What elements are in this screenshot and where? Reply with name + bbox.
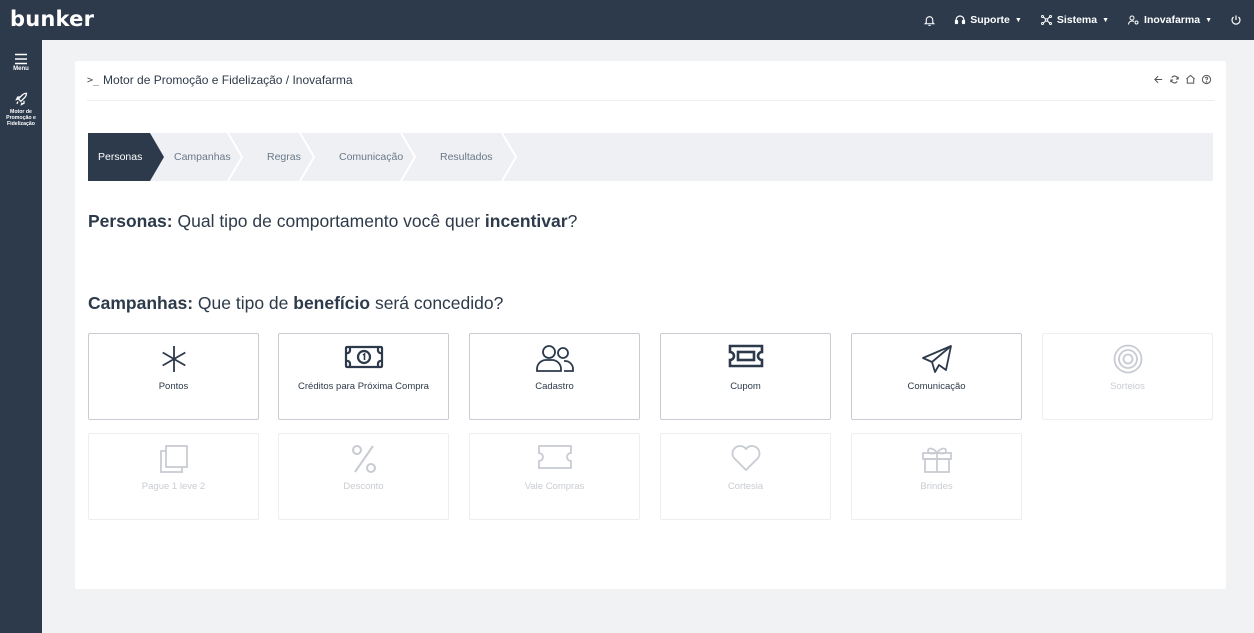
sidebar: Menu Motor de Promoção e Fidelização <box>0 40 42 633</box>
benefit-brindes: Brindes <box>851 433 1022 520</box>
paper-plane-icon <box>921 345 952 373</box>
voucher-icon <box>537 445 572 469</box>
benefit-label: Comunicação <box>907 381 966 392</box>
headset-icon <box>955 15 966 25</box>
campanhas-heading-part2: será concedido? <box>370 293 504 313</box>
heart-icon <box>731 445 760 472</box>
benefit-cadastro[interactable]: Cadastro <box>469 333 640 420</box>
benefit-label: Cupom <box>730 381 761 392</box>
sistema-menu[interactable]: Sistema ▼ <box>1040 14 1109 26</box>
step-separator <box>299 133 316 181</box>
notifications-button[interactable] <box>923 14 936 27</box>
benefit-vale-compras: Vale Compras <box>469 433 640 520</box>
step-separator <box>501 133 518 181</box>
terminal-prompt-icon: >_ <box>87 74 100 86</box>
benefit-label: Vale Compras <box>524 481 585 492</box>
sistema-label: Sistema <box>1056 14 1098 26</box>
gift-icon <box>921 447 952 473</box>
ticket-icon <box>728 344 763 368</box>
breadcrumb-tools <box>1153 74 1212 85</box>
chevron-down-icon: ▼ <box>1102 16 1110 24</box>
refresh-icon[interactable] <box>1169 74 1180 85</box>
target-icon <box>1113 344 1142 374</box>
chevron-down-icon: ▼ <box>1014 16 1022 24</box>
personas-heading-part1: Qual tipo de comportamento você quer <box>172 211 485 231</box>
benefit-cortesia: Cortesia <box>660 433 831 520</box>
step-comunicacao[interactable]: Comunicação <box>339 133 403 181</box>
wizard-stepper: Personas Campanhas Regras Comunicação Re… <box>88 133 1213 181</box>
step-regras[interactable]: Regras <box>267 133 301 181</box>
arrow-left-icon[interactable] <box>1153 74 1164 85</box>
copy-icon <box>159 445 188 473</box>
asterisk-icon <box>161 346 186 372</box>
benefit-pague-1-leve-2: Pague 1 leve 2 <box>88 433 259 520</box>
main-card: >_ Motor de Promoção e Fidelização / Ino… <box>75 61 1226 589</box>
personas-heading-emph: incentivar <box>484 211 568 231</box>
benefit-label: Créditos para Próxima Compra <box>298 381 429 392</box>
hamburger-icon <box>15 53 27 65</box>
stepper-shapes <box>88 133 518 181</box>
benefit-desconto: Desconto <box>278 433 449 520</box>
personas-heading-strong: Personas: <box>88 211 173 231</box>
user-gear-icon <box>1128 15 1139 25</box>
breadcrumb-bar: >_ Motor de Promoção e Fidelização / Ino… <box>87 73 1214 101</box>
personas-heading: Personas: Qual tipo de comportamento voc… <box>88 211 577 232</box>
sidebar-item-motor[interactable]: Motor de Promoção e Fidelização <box>0 92 42 127</box>
benefit-label: Pague 1 leve 2 <box>141 481 206 492</box>
top-bar: bunker Suporte ▼ Sistema ▼ Inovafarma ▼ <box>0 0 1254 40</box>
campanhas-heading: Campanhas: Que tipo de benefício será co… <box>88 293 503 314</box>
suporte-menu[interactable]: Suporte ▼ <box>954 14 1022 26</box>
top-actions: Suporte ▼ Sistema ▼ Inovafarma ▼ <box>923 0 1242 40</box>
breadcrumb-text: Motor de Promoção e Fidelização / Inovaf… <box>103 73 353 87</box>
user-menu[interactable]: Inovafarma ▼ <box>1127 14 1212 26</box>
sidebar-menu-label: Menu <box>13 66 29 72</box>
users-icon <box>535 345 574 372</box>
rocket-icon <box>14 92 27 106</box>
money-icon <box>344 345 383 369</box>
benefit-label: Brindes <box>920 481 953 492</box>
user-label: Inovafarma <box>1144 14 1201 26</box>
campanhas-heading-part1: Que tipo de <box>193 293 294 313</box>
benefit-label: Pontos <box>158 381 189 392</box>
step-personas[interactable]: Personas <box>98 133 142 181</box>
bell-icon <box>924 15 936 26</box>
step-campanhas[interactable]: Campanhas <box>174 133 231 181</box>
chevron-down-icon: ▼ <box>1205 16 1212 24</box>
benefit-label: Cortesia <box>727 481 764 492</box>
app-logo[interactable]: bunker <box>10 7 94 31</box>
network-icon <box>1040 15 1052 25</box>
benefit-label: Sorteios <box>1110 381 1145 392</box>
percent-icon <box>351 445 376 473</box>
personas-heading-part2: ? <box>567 211 578 231</box>
power-icon <box>1231 15 1241 25</box>
suporte-label: Suporte <box>970 14 1010 26</box>
help-icon[interactable] <box>1201 74 1212 85</box>
home-icon[interactable] <box>1185 74 1196 85</box>
step-resultados[interactable]: Resultados <box>440 133 493 181</box>
benefit-creditos[interactable]: Créditos para Próxima Compra <box>278 333 449 420</box>
campanhas-heading-strong: Campanhas: <box>88 293 194 313</box>
benefit-comunicacao[interactable]: Comunicação <box>851 333 1022 420</box>
benefit-pontos[interactable]: Pontos <box>88 333 259 420</box>
benefit-label: Cadastro <box>535 381 574 392</box>
breadcrumb: >_ Motor de Promoção e Fidelização / Ino… <box>87 73 1214 87</box>
sidebar-menu-toggle[interactable]: Menu <box>0 53 42 72</box>
benefit-label: Desconto <box>343 481 384 492</box>
campanhas-heading-emph: benefício <box>293 293 371 313</box>
benefit-cupom[interactable]: Cupom <box>660 333 831 420</box>
logout-button[interactable] <box>1230 14 1242 26</box>
benefit-sorteios: Sorteios <box>1042 333 1213 420</box>
sidebar-item-label: Motor de Promoção e Fidelização <box>6 109 36 127</box>
